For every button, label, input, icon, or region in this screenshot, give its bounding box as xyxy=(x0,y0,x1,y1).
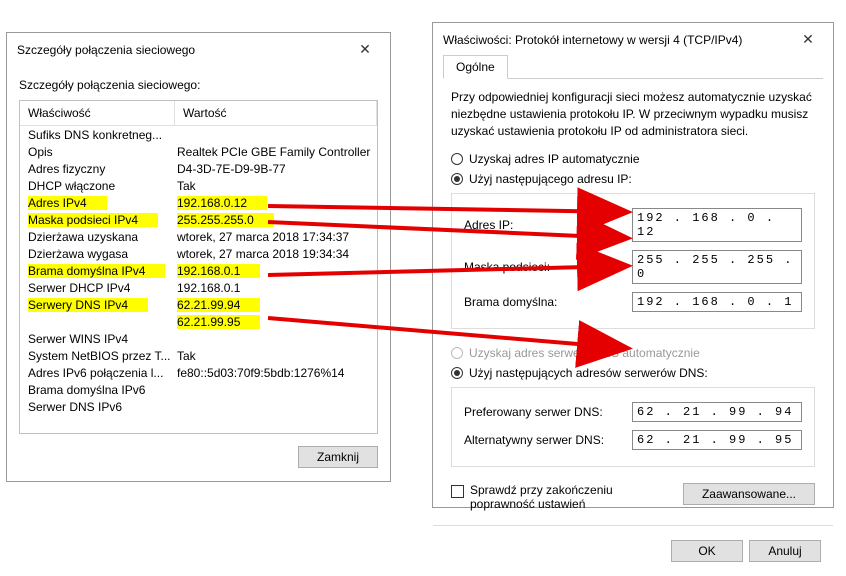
ip-fields: Adres IP: 192 . 168 . 0 . 12 Maska podsi… xyxy=(451,193,815,329)
dialog-title: Szczegóły połączenia sieciowego xyxy=(17,43,195,57)
table-row[interactable]: System NetBIOS przez T...Tak xyxy=(20,347,377,364)
radio-icon xyxy=(451,367,463,379)
radio-icon xyxy=(451,173,463,185)
radio-obtain-dns-auto: Uzyskaj adres serwera DNS automatycznie xyxy=(451,343,815,363)
close-button[interactable]: Zamknij xyxy=(298,446,378,468)
radio-use-ip[interactable]: Użyj następującego adresu IP: xyxy=(451,169,815,189)
table-row[interactable]: Adres IPv4192.168.0.12 xyxy=(20,194,377,211)
close-icon[interactable]: ✕ xyxy=(350,41,380,58)
label-dns2: Alternatywny serwer DNS: xyxy=(464,433,632,447)
table-row[interactable]: Dzierżawa uzyskanawtorek, 27 marca 2018 … xyxy=(20,228,377,245)
radio-obtain-ip-auto[interactable]: Uzyskaj adres IP automatycznie xyxy=(451,149,815,169)
radio-icon xyxy=(451,153,463,165)
table-row[interactable]: Sufiks DNS konkretneg... xyxy=(20,126,377,143)
label-dns1: Preferowany serwer DNS: xyxy=(464,405,632,419)
radio-label: Uzyskaj adres IP automatycznie xyxy=(469,152,640,166)
dns-fields: Preferowany serwer DNS: 62 . 21 . 99 . 9… xyxy=(451,387,815,467)
close-icon[interactable]: ✕ xyxy=(793,31,823,48)
list-label: Szczegóły połączenia sieciowego: xyxy=(7,64,390,100)
cancel-button[interactable]: Anuluj xyxy=(749,540,821,562)
table-row[interactable]: Adres IPv6 połączenia l...fe80::5d03:70f… xyxy=(20,364,377,381)
checkbox-validate[interactable] xyxy=(451,485,464,498)
table-row[interactable]: Serwer DHCP IPv4192.168.0.1 xyxy=(20,279,377,296)
table-row[interactable]: DHCP włączoneTak xyxy=(20,177,377,194)
ok-button[interactable]: OK xyxy=(671,540,743,562)
table-row[interactable]: 62.21.99.95 xyxy=(20,313,377,330)
table-row[interactable]: Serwer DNS IPv6 xyxy=(20,398,377,415)
input-dns2[interactable]: 62 . 21 . 99 . 95 xyxy=(632,430,802,450)
tab-bar: Ogólne xyxy=(443,54,823,79)
tab-general[interactable]: Ogólne xyxy=(443,55,508,79)
radio-use-dns[interactable]: Użyj następujących adresów serwerów DNS: xyxy=(451,363,815,383)
table-row[interactable]: Brama domyślna IPv6 xyxy=(20,381,377,398)
col-header-value[interactable]: Wartość xyxy=(175,101,377,125)
input-mask[interactable]: 255 . 255 . 255 . 0 xyxy=(632,250,802,284)
table-row[interactable]: Adres fizycznyD4-3D-7E-D9-9B-77 xyxy=(20,160,377,177)
table-row[interactable]: OpisRealtek PCIe GBE Family Controller xyxy=(20,143,377,160)
radio-label: Użyj następującego adresu IP: xyxy=(469,172,632,186)
titlebar: Właściwości: Protokół internetowy w wers… xyxy=(433,23,833,54)
advanced-button[interactable]: Zaawansowane... xyxy=(683,483,815,505)
table-row[interactable]: Serwery DNS IPv462.21.99.94 xyxy=(20,296,377,313)
label-mask: Maska podsieci: xyxy=(464,260,632,274)
dialog-title: Właściwości: Protokół internetowy w wers… xyxy=(443,33,742,47)
col-header-property[interactable]: Właściwość xyxy=(20,101,175,125)
table-row[interactable]: Brama domyślna IPv4192.168.0.1 xyxy=(20,262,377,279)
input-gateway[interactable]: 192 . 168 . 0 . 1 xyxy=(632,292,802,312)
label-ip: Adres IP: xyxy=(464,218,632,232)
ipv4-properties-dialog: Właściwości: Protokół internetowy w wers… xyxy=(432,22,834,508)
list-header: Właściwość Wartość xyxy=(20,101,377,126)
details-list: Właściwość Wartość Sufiks DNS konkretneg… xyxy=(19,100,378,434)
radio-label: Uzyskaj adres serwera DNS automatycznie xyxy=(469,346,700,360)
network-details-dialog: Szczegóły połączenia sieciowego ✕ Szczeg… xyxy=(6,32,391,482)
titlebar: Szczegóły połączenia sieciowego ✕ xyxy=(7,33,390,64)
input-ip[interactable]: 192 . 168 . 0 . 12 xyxy=(632,208,802,242)
table-row[interactable]: Serwer WINS IPv4 xyxy=(20,330,377,347)
table-row[interactable]: Maska podsieci IPv4255.255.255.0 xyxy=(20,211,377,228)
label-gateway: Brama domyślna: xyxy=(464,295,632,309)
description-text: Przy odpowiedniej konfiguracji sieci moż… xyxy=(433,79,833,143)
radio-label: Użyj następujących adresów serwerów DNS: xyxy=(469,366,708,380)
radio-icon xyxy=(451,347,463,359)
input-dns1[interactable]: 62 . 21 . 99 . 94 xyxy=(632,402,802,422)
table-row[interactable]: Dzierżawa wygasawtorek, 27 marca 2018 19… xyxy=(20,245,377,262)
checkbox-label: Sprawdź przy zakończeniu poprawność usta… xyxy=(470,483,677,511)
